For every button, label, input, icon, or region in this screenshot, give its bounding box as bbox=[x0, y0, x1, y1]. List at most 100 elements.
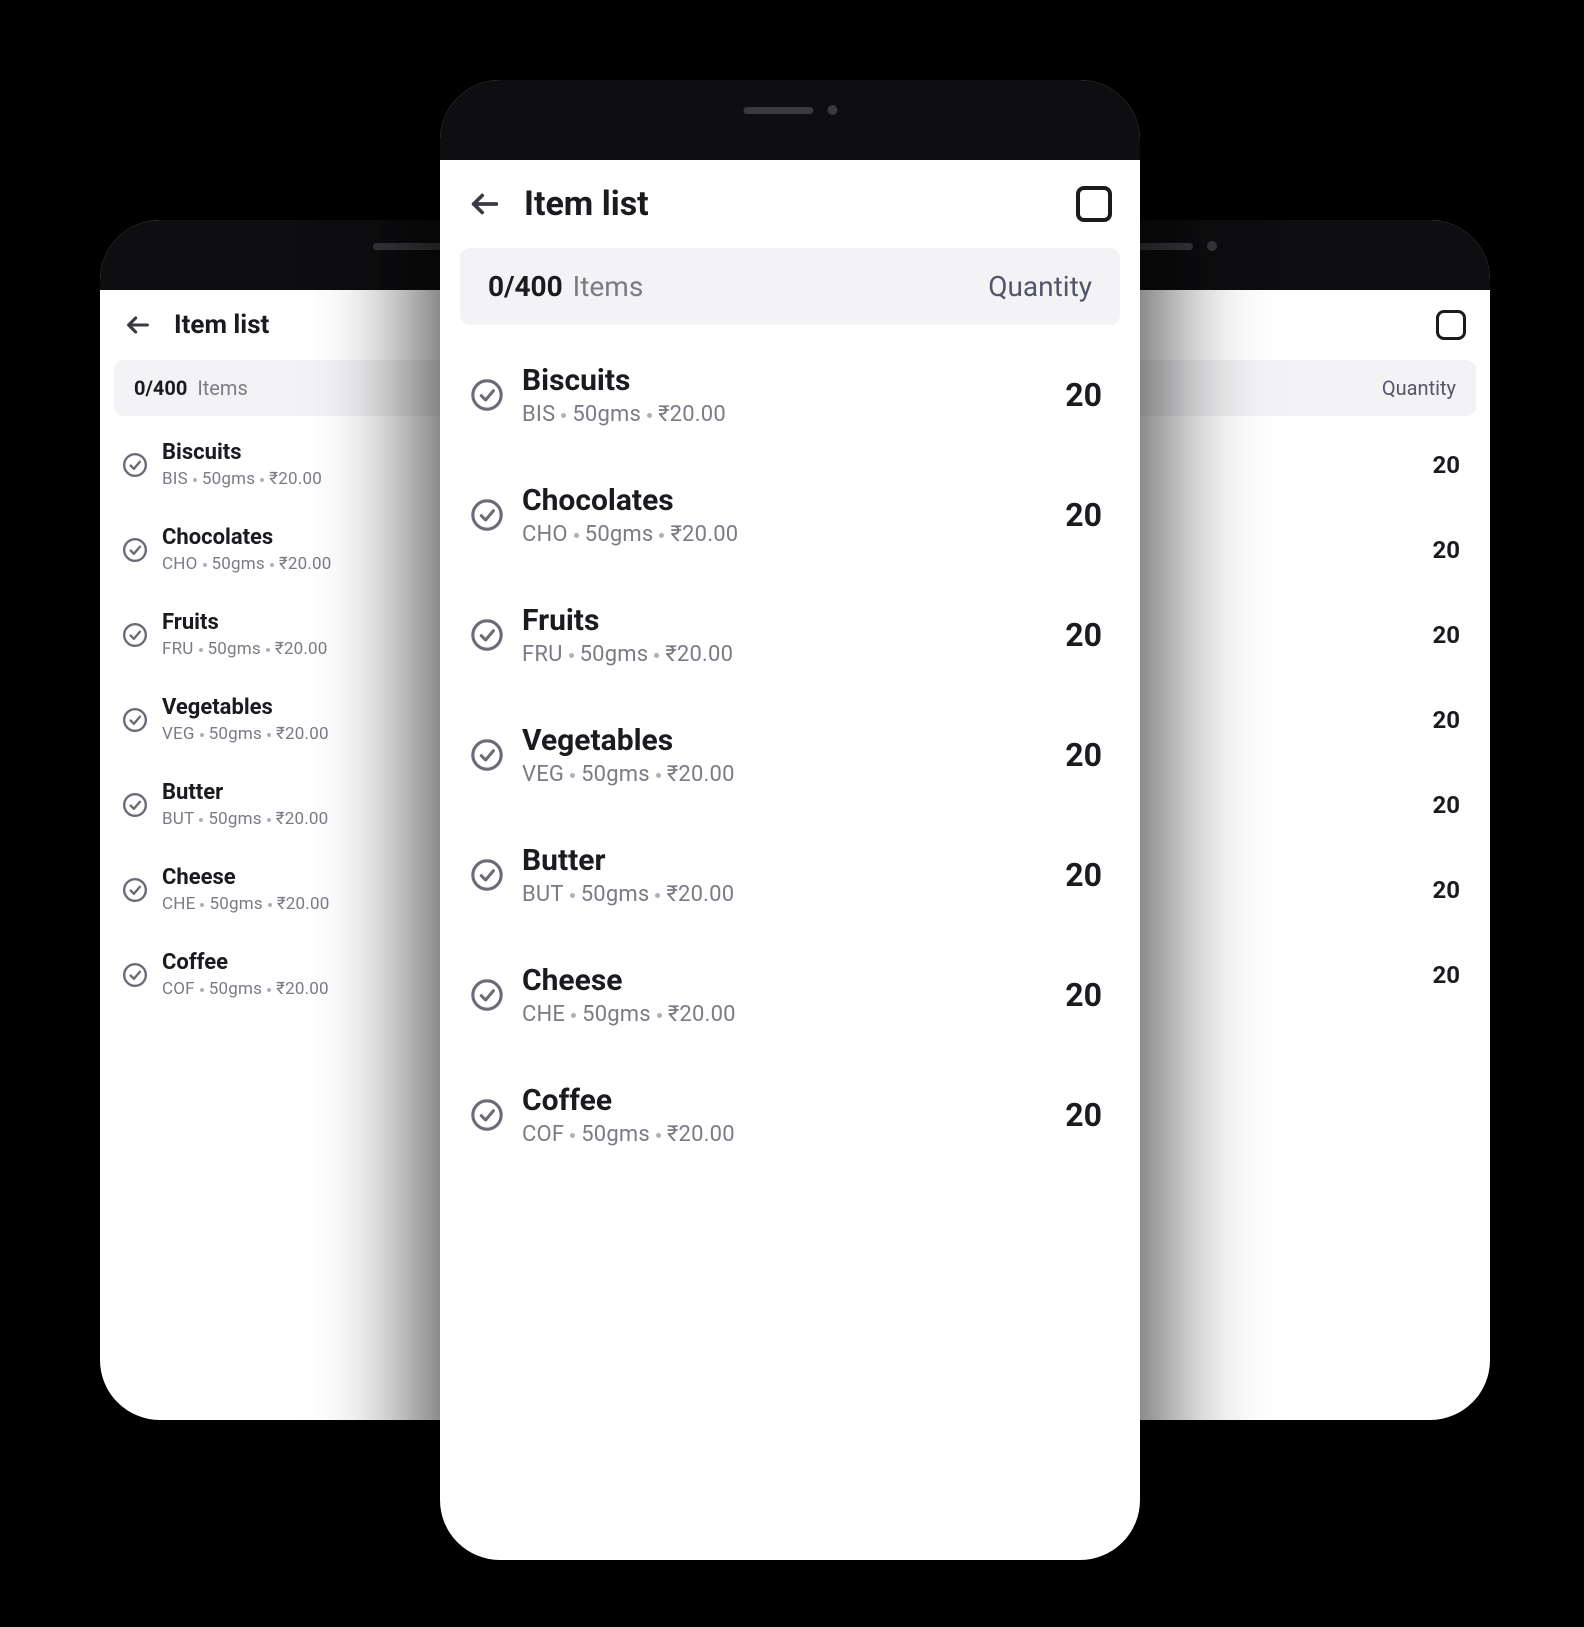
item-price: ₹20.00 bbox=[276, 809, 329, 829]
item-code: CHO bbox=[522, 522, 568, 547]
item-name: Vegetables bbox=[522, 723, 1047, 758]
item-quantity: 20 bbox=[1432, 451, 1468, 479]
item-code: BUT bbox=[522, 882, 564, 907]
check-circle-icon[interactable] bbox=[470, 978, 504, 1012]
page-title: Item list bbox=[524, 184, 649, 224]
item-code: CHE bbox=[162, 894, 195, 914]
item-code: COF bbox=[162, 979, 195, 999]
list-item[interactable]: CoffeeCOF50gms₹20.0020 bbox=[460, 1055, 1120, 1175]
check-circle-icon[interactable] bbox=[470, 858, 504, 892]
item-weight: 50gms bbox=[212, 554, 265, 574]
item-code: VEG bbox=[522, 762, 564, 787]
item-quantity: 20 bbox=[1432, 876, 1468, 904]
item-price: ₹20.00 bbox=[277, 894, 330, 914]
separator-dot-icon bbox=[267, 733, 271, 737]
item-count: 0/400 bbox=[134, 376, 187, 400]
list-item[interactable]: ButterBUT50gms₹20.0020 bbox=[460, 815, 1120, 935]
list-item[interactable]: Fruits FRU 50gms ₹20.00 20 bbox=[460, 575, 1120, 695]
check-circle-icon[interactable] bbox=[122, 537, 148, 563]
item-code: BUT bbox=[162, 809, 194, 829]
back-button[interactable] bbox=[124, 311, 152, 339]
item-name: Coffee bbox=[522, 1083, 1047, 1118]
item-code: CHO bbox=[162, 554, 198, 574]
check-circle-icon[interactable] bbox=[470, 378, 504, 412]
item-code: FRU bbox=[162, 639, 194, 659]
item-price: ₹20.00 bbox=[668, 1002, 736, 1027]
item-list: BiscuitsBIS50gms₹20.0020ChocolatesCHO50g… bbox=[440, 335, 1140, 1175]
list-item[interactable]: BiscuitsBIS50gms₹20.0020 bbox=[460, 335, 1120, 455]
item-weight: 50gms bbox=[581, 1122, 650, 1147]
separator-dot-icon bbox=[200, 903, 204, 907]
separator-dot-icon bbox=[199, 648, 203, 652]
check-circle-icon[interactable] bbox=[122, 877, 148, 903]
item-weight: 50gms bbox=[572, 402, 641, 427]
item-meta: BUT 50gms ₹20.00 bbox=[522, 882, 1047, 907]
item-weight: 50gms bbox=[209, 894, 262, 914]
item-price: ₹20.00 bbox=[269, 469, 322, 489]
item-quantity: 20 bbox=[1065, 616, 1110, 654]
list-item[interactable]: ChocolatesCHO50gms₹20.0020 bbox=[460, 455, 1120, 575]
item-code: BIS bbox=[522, 402, 555, 427]
check-circle-icon[interactable] bbox=[122, 707, 148, 733]
item-weight: 50gms bbox=[581, 882, 650, 907]
separator-dot-icon bbox=[267, 818, 271, 822]
item-weight: 50gms bbox=[209, 724, 262, 744]
check-circle-icon[interactable] bbox=[470, 1098, 504, 1132]
check-circle-icon[interactable] bbox=[122, 452, 148, 478]
item-meta: VEG 50gms ₹20.00 bbox=[522, 762, 1047, 787]
item-price: ₹20.00 bbox=[666, 882, 734, 907]
item-info: BiscuitsBIS50gms₹20.00 bbox=[522, 363, 1047, 427]
item-weight: 50gms bbox=[581, 762, 650, 787]
quantity-header: Quantity bbox=[988, 270, 1092, 303]
item-weight: 50gms bbox=[580, 642, 649, 667]
check-circle-icon[interactable] bbox=[470, 738, 504, 772]
item-name: Chocolates bbox=[522, 483, 1047, 518]
item-code: VEG bbox=[162, 724, 195, 744]
check-circle-icon[interactable] bbox=[470, 498, 504, 532]
item-quantity: 20 bbox=[1065, 976, 1110, 1014]
item-quantity: 20 bbox=[1432, 706, 1468, 734]
separator-dot-icon bbox=[570, 773, 575, 778]
list-item[interactable]: CheeseCHE50gms₹20.0020 bbox=[460, 935, 1120, 1055]
check-circle-icon[interactable] bbox=[122, 622, 148, 648]
separator-dot-icon bbox=[571, 1013, 576, 1018]
list-item[interactable]: VegetablesVEG50gms₹20.0020 bbox=[460, 695, 1120, 815]
items-label: Items bbox=[573, 270, 644, 303]
separator-dot-icon bbox=[657, 1013, 662, 1018]
check-circle-icon[interactable] bbox=[122, 792, 148, 818]
item-quantity: 20 bbox=[1432, 961, 1468, 989]
check-circle-icon[interactable] bbox=[122, 962, 148, 988]
item-code: COF bbox=[522, 1122, 564, 1147]
separator-dot-icon bbox=[659, 533, 664, 538]
separator-dot-icon bbox=[200, 733, 204, 737]
check-circle-icon[interactable] bbox=[470, 618, 504, 652]
back-button[interactable] bbox=[468, 187, 502, 221]
item-weight: 50gms bbox=[208, 809, 261, 829]
separator-dot-icon bbox=[561, 413, 566, 418]
item-quantity: 20 bbox=[1065, 1096, 1110, 1134]
item-meta: BIS 50gms ₹20.00 bbox=[522, 402, 1047, 427]
item-quantity: 20 bbox=[1065, 856, 1110, 894]
item-price: ₹20.00 bbox=[667, 762, 735, 787]
separator-dot-icon bbox=[199, 818, 203, 822]
item-name: Fruits bbox=[522, 603, 1047, 638]
item-price: ₹20.00 bbox=[276, 724, 329, 744]
select-all-checkbox[interactable] bbox=[1076, 186, 1112, 222]
item-quantity: 20 bbox=[1432, 621, 1468, 649]
status-bar bbox=[440, 80, 1140, 160]
separator-dot-icon bbox=[656, 1133, 661, 1138]
separator-dot-icon bbox=[647, 413, 652, 418]
summary-bar: 0/400 Items Quantity bbox=[460, 248, 1120, 325]
item-code: FRU bbox=[522, 642, 563, 667]
item-price: ₹20.00 bbox=[658, 402, 726, 427]
item-weight: 50gms bbox=[585, 522, 654, 547]
separator-dot-icon bbox=[574, 533, 579, 538]
separator-dot-icon bbox=[570, 893, 575, 898]
item-info: Fruits FRU 50gms ₹20.00 bbox=[522, 603, 1047, 667]
item-quantity: 20 bbox=[1065, 376, 1110, 414]
item-weight: 50gms bbox=[202, 469, 255, 489]
item-weight: 50gms bbox=[582, 1002, 651, 1027]
select-all-checkbox[interactable] bbox=[1436, 310, 1466, 340]
item-price: ₹20.00 bbox=[665, 642, 733, 667]
item-weight: 50gms bbox=[208, 639, 261, 659]
